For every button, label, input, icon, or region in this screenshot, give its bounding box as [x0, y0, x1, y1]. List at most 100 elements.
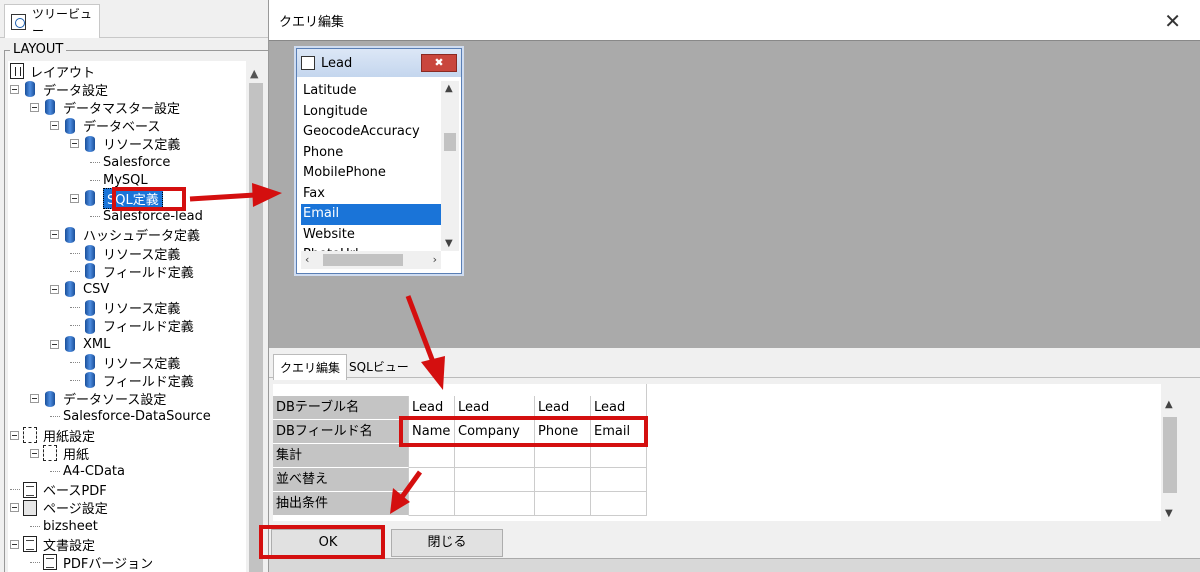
collapse-toggle-icon[interactable]	[50, 121, 59, 131]
tree-node[interactable]: SQL定義	[70, 187, 163, 209]
field-item[interactable]: MobilePhone	[301, 163, 441, 184]
tree-node[interactable]: ページ設定	[10, 499, 108, 517]
tab-tree-view[interactable]: ツリービュー	[4, 4, 100, 38]
chevron-down-icon[interactable]: ▼	[445, 238, 453, 249]
tree-node[interactable]: bizsheet	[30, 517, 98, 535]
grid-cell-table[interactable]: Lead	[455, 396, 535, 420]
field-list-hscroll[interactable]: ‹ ›	[301, 251, 441, 269]
grid-cell-empty[interactable]	[591, 468, 647, 492]
tree-node[interactable]: リソース定義	[70, 353, 180, 372]
tree-node[interactable]: フィールド定義	[70, 317, 194, 335]
field-item[interactable]: Latitude	[301, 81, 441, 102]
database-icon	[85, 135, 95, 152]
field-item[interactable]: Phone	[301, 143, 441, 164]
collapse-toggle-icon[interactable]	[30, 448, 39, 458]
tree-node[interactable]: Salesforce	[90, 153, 170, 171]
grid-cell-empty[interactable]	[455, 492, 535, 516]
query-design-canvas[interactable]: Lead ✖ Latitude Longitude GeocodeAccuracy P…	[269, 40, 1200, 348]
tree-node[interactable]: リソース定義	[70, 299, 180, 317]
grid-cell-empty[interactable]	[455, 444, 535, 468]
collapse-toggle-icon[interactable]	[10, 84, 19, 94]
grid-scroll-thumb[interactable]	[1163, 417, 1177, 493]
tree-node[interactable]: データベース	[50, 117, 160, 135]
collapse-toggle-icon[interactable]	[10, 503, 19, 513]
tab-sql-view[interactable]: SQLビュー	[343, 354, 415, 380]
field-list-vscroll[interactable]: ▲ ▼	[441, 81, 459, 251]
field-list-scroll-thumb[interactable]	[444, 133, 456, 151]
scroll-up-icon[interactable]: ▲	[250, 67, 258, 80]
collapse-toggle-icon[interactable]	[50, 284, 59, 294]
field-item[interactable]: Website	[301, 225, 441, 246]
tree-node[interactable]: Salesforce-lead	[90, 208, 203, 226]
database-icon	[85, 354, 95, 371]
tree-node[interactable]: リソース定義	[70, 244, 180, 263]
database-icon	[85, 245, 95, 261]
grid-cell-empty[interactable]	[409, 444, 455, 468]
tree-node[interactable]: ベースPDF	[10, 481, 107, 499]
grid-cell-empty[interactable]	[535, 468, 591, 492]
chevron-up-icon[interactable]: ▲	[1165, 399, 1173, 410]
tree-view-icon	[11, 13, 27, 30]
collapse-toggle-icon[interactable]	[30, 102, 39, 112]
field-list-hscroll-thumb[interactable]	[323, 254, 403, 266]
field-item[interactable]: Longitude	[301, 102, 441, 123]
tree-node[interactable]: 用紙設定	[10, 426, 95, 445]
field-item[interactable]: Fax	[301, 184, 441, 205]
collapse-toggle-icon[interactable]	[70, 193, 79, 203]
grid-cell-empty[interactable]	[535, 444, 591, 468]
tree-node[interactable]: データソース設定	[30, 390, 166, 408]
database-icon	[45, 99, 55, 116]
tree-node[interactable]: リソース定義	[70, 135, 180, 153]
database-icon	[85, 299, 95, 316]
grid-cell-empty[interactable]	[535, 492, 591, 516]
tree-node[interactable]: XML	[50, 335, 110, 353]
collapse-toggle-icon[interactable]	[10, 430, 19, 440]
tree-node[interactable]: 用紙	[30, 444, 89, 463]
ok-button[interactable]: OK	[271, 529, 385, 557]
tree-node[interactable]: フィールド定義	[70, 371, 194, 390]
chevron-up-icon[interactable]: ▲	[445, 83, 453, 94]
field-item[interactable]: Email	[301, 204, 441, 225]
table-window-title: Lead	[321, 55, 353, 71]
tree-node[interactable]: PDFバージョン	[30, 553, 153, 572]
grid-cell-empty[interactable]	[409, 492, 455, 516]
tree-node[interactable]: ハッシュデータ定義	[50, 226, 200, 244]
close-icon[interactable]: ✕	[1164, 9, 1181, 33]
collapse-toggle-icon[interactable]	[30, 394, 39, 404]
tree-node[interactable]: Salesforce-DataSource	[50, 408, 211, 426]
tab-query-edit[interactable]: クエリ編集	[273, 354, 348, 380]
grid-cell-field[interactable]: Email	[591, 420, 647, 444]
collapse-toggle-icon[interactable]	[50, 230, 59, 240]
collapse-toggle-icon[interactable]	[70, 139, 79, 149]
tree-node[interactable]: フィールド定義	[70, 262, 194, 281]
grid-cell-table[interactable]: Lead	[409, 396, 455, 420]
grid-cell-empty[interactable]	[591, 492, 647, 516]
tree-node[interactable]: データ設定	[10, 80, 108, 99]
grid-cell-field[interactable]: Name	[409, 420, 455, 444]
tree-node[interactable]: データマスター設定	[30, 98, 180, 117]
collapse-toggle-icon[interactable]	[10, 539, 19, 549]
chevron-down-icon[interactable]: ▼	[1165, 508, 1173, 519]
grid-cell-field[interactable]: Company	[455, 420, 535, 444]
chevron-left-icon[interactable]: ‹	[305, 253, 309, 266]
tree-node[interactable]: 文書設定	[10, 535, 95, 554]
tree-scroll-thumb[interactable]	[249, 83, 263, 572]
grid-cell-empty[interactable]	[591, 444, 647, 468]
tree-scrollbar[interactable]: ▲	[246, 61, 266, 572]
tree-node[interactable]: レイアウト	[10, 62, 95, 81]
tree-node[interactable]: CSV	[50, 280, 109, 298]
tree-node[interactable]: MySQL	[90, 171, 148, 189]
table-window-close-button[interactable]: ✖	[421, 54, 457, 72]
grid-cell-table[interactable]: Lead	[535, 396, 591, 420]
table-window-lead[interactable]: Lead ✖ Latitude Longitude GeocodeAccuracy P…	[296, 48, 462, 274]
grid-vscroll[interactable]: ▲ ▼	[1161, 397, 1179, 521]
field-item[interactable]: GeocodeAccuracy	[301, 122, 441, 143]
grid-cell-empty[interactable]	[455, 468, 535, 492]
close-button[interactable]: 閉じる	[391, 529, 503, 557]
collapse-toggle-icon[interactable]	[50, 339, 59, 349]
grid-cell-empty[interactable]	[409, 468, 455, 492]
chevron-right-icon[interactable]: ›	[433, 253, 437, 266]
grid-cell-table[interactable]: Lead	[591, 396, 647, 420]
tree-node[interactable]: A4-CData	[50, 462, 125, 480]
grid-cell-field[interactable]: Phone	[535, 420, 591, 444]
